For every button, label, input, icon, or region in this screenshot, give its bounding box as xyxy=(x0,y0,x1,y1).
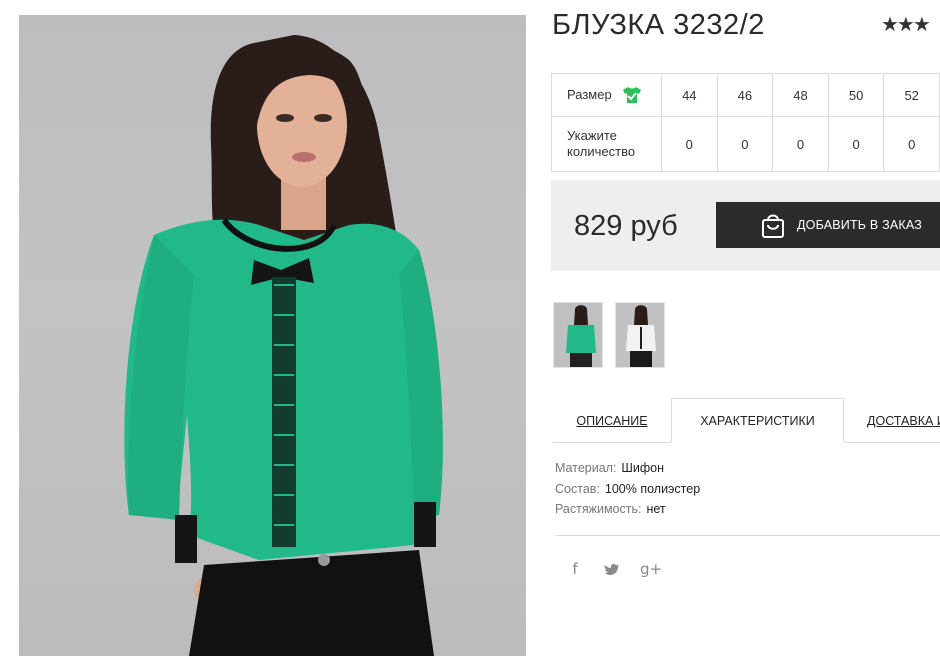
size-option[interactable]: 52 xyxy=(883,73,940,117)
product-tabs: ОПИСАНИЕ ХАРАКТЕРИСТИКИ ДОСТАВКА И xyxy=(553,398,940,443)
size-option[interactable]: 46 xyxy=(716,73,774,117)
product-price: 829 руб xyxy=(574,210,678,242)
thumbnail-image xyxy=(626,305,656,367)
size-option[interactable]: 44 xyxy=(661,73,718,117)
size-label-cell: Размер xyxy=(551,73,662,117)
facebook-icon[interactable]: f xyxy=(565,560,585,580)
size-quantity-table: Размер 44 46 48 50 52 Укажите количество… xyxy=(551,73,940,172)
quantity-input[interactable]: 0 xyxy=(661,116,718,172)
spec-value: Шифон xyxy=(621,461,664,475)
size-label: Размер xyxy=(567,87,612,102)
add-to-order-button[interactable]: ДОБАВИТЬ В ЗАКАЗ xyxy=(716,202,940,248)
twitter-icon[interactable] xyxy=(602,560,622,580)
quantity-input[interactable]: 0 xyxy=(827,116,885,172)
spec-value: 100% полиэстер xyxy=(604,482,701,496)
product-thumbnail-green[interactable] xyxy=(553,302,603,368)
spec-key: Растяжимость: xyxy=(555,502,642,516)
spec-key: Материал: xyxy=(555,461,617,475)
quantity-label: Укажите количество xyxy=(551,116,662,172)
section-divider xyxy=(555,535,940,536)
quantity-input[interactable]: 0 xyxy=(883,116,940,172)
model-illustration xyxy=(124,35,443,656)
tshirt-check-icon[interactable] xyxy=(622,86,642,104)
spec-row-material: Материал: Шифон xyxy=(555,461,664,475)
spec-value: нет xyxy=(646,502,666,516)
google-plus-icon[interactable]: g+ xyxy=(640,560,662,580)
thumbnail-image xyxy=(566,305,596,367)
size-option[interactable]: 50 xyxy=(827,73,885,117)
size-option[interactable]: 48 xyxy=(772,73,829,117)
add-to-order-label: ДОБАВИТЬ В ЗАКАЗ xyxy=(797,218,923,232)
product-main-photo[interactable] xyxy=(19,15,526,656)
rating-stars[interactable]: ★★★ xyxy=(881,12,931,37)
tab-description[interactable]: ОПИСАНИЕ xyxy=(553,398,671,443)
quantity-input[interactable]: 0 xyxy=(772,116,829,172)
spec-key: Состав: xyxy=(555,482,600,496)
spec-row-composition: Состав: 100% полиэстер xyxy=(555,482,700,496)
product-thumbnail-white[interactable] xyxy=(615,302,665,368)
spec-row-stretch: Растяжимость: нет xyxy=(555,502,666,516)
quantity-input[interactable]: 0 xyxy=(716,116,774,172)
tab-characteristics[interactable]: ХАРАКТЕРИСТИКИ xyxy=(671,398,844,443)
buy-box: 829 руб ДОБАВИТЬ В ЗАКАЗ xyxy=(551,180,940,271)
product-title: БЛУЗКА 3232/2 xyxy=(552,9,765,41)
tab-delivery[interactable]: ДОСТАВКА И xyxy=(867,398,940,443)
shopping-bag-icon xyxy=(762,214,784,238)
